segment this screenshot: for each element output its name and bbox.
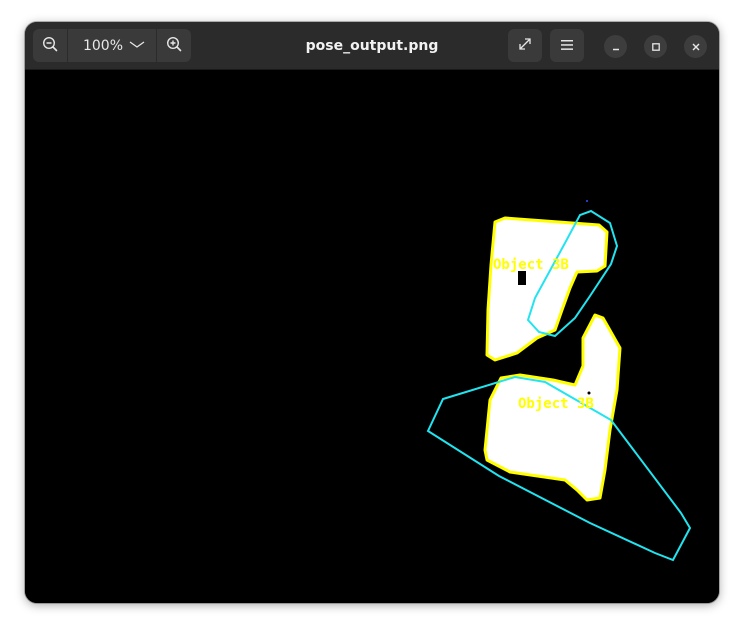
pose-output-image: Object 3B Object 3B [426, 200, 692, 562]
keypoint-marker [586, 200, 588, 202]
chevron-down-icon [129, 38, 145, 54]
minimize-icon [611, 37, 621, 56]
fullscreen-button[interactable] [508, 29, 542, 62]
close-button[interactable] [684, 35, 707, 58]
fullscreen-icon [517, 36, 533, 56]
close-icon [691, 37, 701, 56]
image-viewer-window: 100% pose_output.png Object 3B Object 3B [25, 22, 719, 603]
zoom-in-button[interactable] [156, 29, 191, 62]
maximize-icon [651, 37, 661, 56]
maximize-button[interactable] [644, 35, 667, 58]
zoom-in-icon [166, 36, 182, 56]
main-menu-button[interactable] [550, 29, 584, 62]
header-bar: 100% pose_output.png [25, 22, 719, 70]
zoom-level-dropdown[interactable]: 100% [68, 29, 156, 62]
image-canvas[interactable]: Object 3B Object 3B [25, 70, 719, 603]
object-dark-spot [518, 271, 526, 285]
keypoint-marker [587, 391, 591, 395]
object-label-lower: Object 3B [518, 396, 594, 412]
zoom-out-button[interactable] [33, 29, 68, 62]
object-label-upper: Object 3B [493, 257, 569, 273]
zoom-controls: 100% [33, 29, 191, 62]
zoom-level-value: 100% [82, 37, 124, 54]
minimize-button[interactable] [604, 35, 627, 58]
zoom-out-icon [42, 36, 58, 56]
hamburger-menu-icon [560, 36, 574, 55]
window-title: pose_output.png [305, 38, 439, 54]
